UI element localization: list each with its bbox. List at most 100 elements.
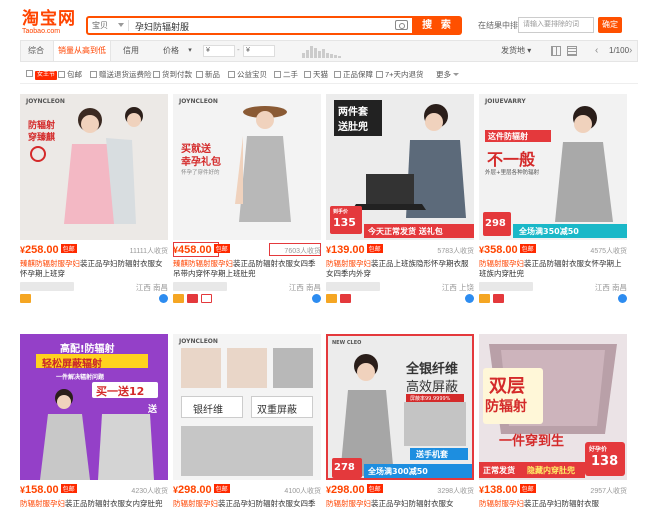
exclude-input[interactable]: 请输入要排除的词 [518, 17, 594, 33]
chevron-down-icon: ▾ [188, 47, 192, 54]
filter-return-insurance[interactable]: 赠送退货运费险 [90, 69, 152, 80]
page-next-icon[interactable]: › [629, 41, 632, 61]
filter-genuine[interactable]: 正品保障 [334, 69, 373, 80]
search-box[interactable]: 宝贝 孕妇防辐射服 [86, 16, 414, 35]
filter-new[interactable]: 新品 [196, 69, 220, 80]
checkbox[interactable] [196, 71, 203, 78]
buyer-count: 2957人收货 [590, 488, 627, 495]
product-price: ¥298.00 包邮 [326, 484, 383, 496]
product-image[interactable]: JOIUEVARRY 这件防辐射 不一般 外层+里层各种防辐射 298 全场满3… [479, 94, 627, 240]
sort-credit[interactable]: 信用 [117, 41, 145, 61]
product-image[interactable]: 高配!防辐射 轻松屏蔽辐射 一件解决辐射问题 买一送12 送 [20, 334, 168, 480]
search-input[interactable]: 孕妇防辐射服 [135, 20, 189, 33]
checkbox[interactable] [376, 71, 383, 78]
promo-text: 这件防辐射 [488, 132, 528, 141]
shop-name[interactable] [326, 282, 380, 291]
promo-banner-text: 全场满300减50 [368, 467, 428, 476]
product-image[interactable]: JOYNCLEON 银纤维 双重屏蔽 [173, 334, 321, 480]
buyer-count: 11111人收货 [129, 248, 168, 255]
feature-text: 双重屏蔽 [257, 405, 297, 416]
brand-text: JOIUEVARRY [485, 98, 526, 105]
shop-name[interactable] [479, 282, 533, 291]
no-radiation-icon [30, 146, 46, 162]
product-image[interactable]: 双层 防辐射 一件穿到生 好孕价 138 正常发货 隐藏内穿肚兜 [479, 334, 627, 480]
camera-icon[interactable] [395, 20, 408, 30]
confirm-button[interactable]: 确定 [598, 17, 622, 33]
search-button[interactable]: 搜 索 [414, 16, 462, 35]
product-image[interactable]: JOYNCLEON 买就送 幸孕礼包 怀孕了穿件好的 [173, 94, 321, 240]
filter-more[interactable]: 更多 [436, 69, 459, 80]
product-title[interactable]: 防辐射服孕妇装正品孕妇防辐射衣服 [479, 499, 627, 519]
wangwang-chat-icon[interactable] [312, 294, 321, 303]
product-image[interactable]: JOYNCLEON 防辐射 穿臻麒 [20, 94, 168, 240]
shop-location: 江西 上饶 [441, 283, 474, 292]
promo-headline: 不一般 [487, 150, 536, 169]
product-title[interactable]: 防辐射服孕妇装正品防辐射衣服女内穿肚兜 [20, 499, 168, 519]
price-max-input[interactable]: ¥ [243, 45, 275, 57]
buyer-count: 7603人收货 [284, 248, 321, 255]
promo-banner-text: 正常发货 [483, 466, 515, 475]
search-category-select[interactable]: 宝贝 [92, 20, 108, 31]
checkbox[interactable] [304, 71, 311, 78]
sort-default[interactable]: 综合 [21, 41, 51, 61]
sort-price[interactable]: 价格 [157, 41, 185, 61]
product-title[interactable]: 臻麒防辐射服孕妇装正品孕妇防辐射衣服女怀孕期上班穿 [20, 259, 168, 279]
wangwang-chat-icon[interactable] [618, 294, 627, 303]
shipping-origin-select[interactable]: 发货地 ▾ [501, 41, 531, 61]
filter-secondhand[interactable]: 二手 [274, 69, 298, 80]
filter-queen-festival[interactable]: 女王节 [26, 69, 58, 80]
buyer-count: 4575人收货 [590, 248, 627, 255]
sort-bar: 综合 销量从高到低 信用 价格 ▾ ¥ - ¥ 发货地 ▾ ‹ 1/100 › [20, 40, 638, 62]
sort-sales[interactable]: 销量从高到低 [53, 41, 111, 61]
checkbox[interactable] [90, 71, 97, 78]
logo-text: 淘宝网 [22, 9, 76, 29]
promo-headline: 双层 [489, 376, 525, 397]
checkbox[interactable] [274, 71, 281, 78]
price-tag-label: 到手价 [333, 209, 349, 215]
product-title[interactable]: 防辐射服孕妇装正品防辐射衣服女怀孕期上班族内穿肚兜 [479, 259, 627, 279]
promo-text: 送 [148, 405, 158, 415]
shop-location: 江西 南昌 [135, 283, 168, 292]
shop-location: 江西 南昌 [594, 283, 627, 292]
checkbox[interactable] [26, 70, 33, 77]
shop-name[interactable] [20, 282, 74, 291]
wangwang-chat-icon[interactable] [159, 294, 168, 303]
grid-view-icon[interactable] [551, 46, 561, 56]
product-title[interactable]: 防辐射服孕妇装正品孕妇防辐射衣服女 [326, 499, 474, 519]
filter-7day-return[interactable]: 7+天内退货 [376, 69, 424, 80]
taobao-logo[interactable]: 淘宝网 Taobao.com [22, 11, 76, 36]
price-min-input[interactable]: ¥ [203, 45, 235, 57]
price-tag-value: 278 [334, 462, 355, 473]
product-title[interactable]: 防辐射服孕妇装正品上班族隐形怀孕期衣服女四季内外穿 [326, 259, 474, 279]
product-title[interactable]: 臻麒防辐射服孕妇装正品防辐射衣服女四季吊带内穿怀孕期上班肚兜 [173, 259, 321, 279]
checkbox[interactable] [334, 71, 341, 78]
buyer-count: 4230人收货 [131, 488, 168, 495]
product-image[interactable]: 两件套 送肚兜 到手价 135 今天正常发货 送礼包 [326, 94, 474, 240]
product-title[interactable]: 防辐射服孕妇装正品孕妇防辐射衣服女四季 [173, 499, 321, 519]
page-indicator: 1/100 [609, 46, 630, 55]
product-image[interactable]: NEW CLEO 全银纤维 高效屏蔽 屏蔽率99.9999% 送手机套 278 … [326, 334, 474, 480]
checkbox[interactable] [58, 71, 65, 78]
checkbox[interactable] [228, 71, 235, 78]
price-distribution-chart[interactable] [302, 45, 342, 58]
price-tag-value: 138 [591, 454, 619, 469]
filter-free-shipping[interactable]: 包邮 [58, 69, 82, 80]
promo-text: 高配!防辐射 [60, 344, 115, 355]
price-tag-label: 好孕价 [589, 446, 608, 453]
page-prev-icon[interactable]: ‹ [595, 41, 598, 61]
brand-text: JOYNCLEON [179, 338, 218, 345]
promo-headline: 买一送12 [96, 385, 145, 398]
filter-charity[interactable]: 公益宝贝 [228, 69, 267, 80]
divider [128, 20, 129, 31]
filter-cod[interactable]: 货到付款 [153, 69, 192, 80]
service-icons [20, 294, 168, 304]
shop-name[interactable] [173, 282, 227, 291]
promo-headline: 防辐射 [485, 399, 527, 415]
list-view-icon[interactable] [567, 46, 577, 56]
price-tag-value: 298 [485, 218, 506, 229]
checkbox[interactable] [153, 71, 160, 78]
product-price: ¥139.00 包邮 [326, 244, 383, 256]
wangwang-chat-icon[interactable] [465, 294, 474, 303]
filter-tmall[interactable]: 天猫 [304, 69, 328, 80]
promo-banner-text: 屏蔽率99.9999% [410, 396, 451, 402]
